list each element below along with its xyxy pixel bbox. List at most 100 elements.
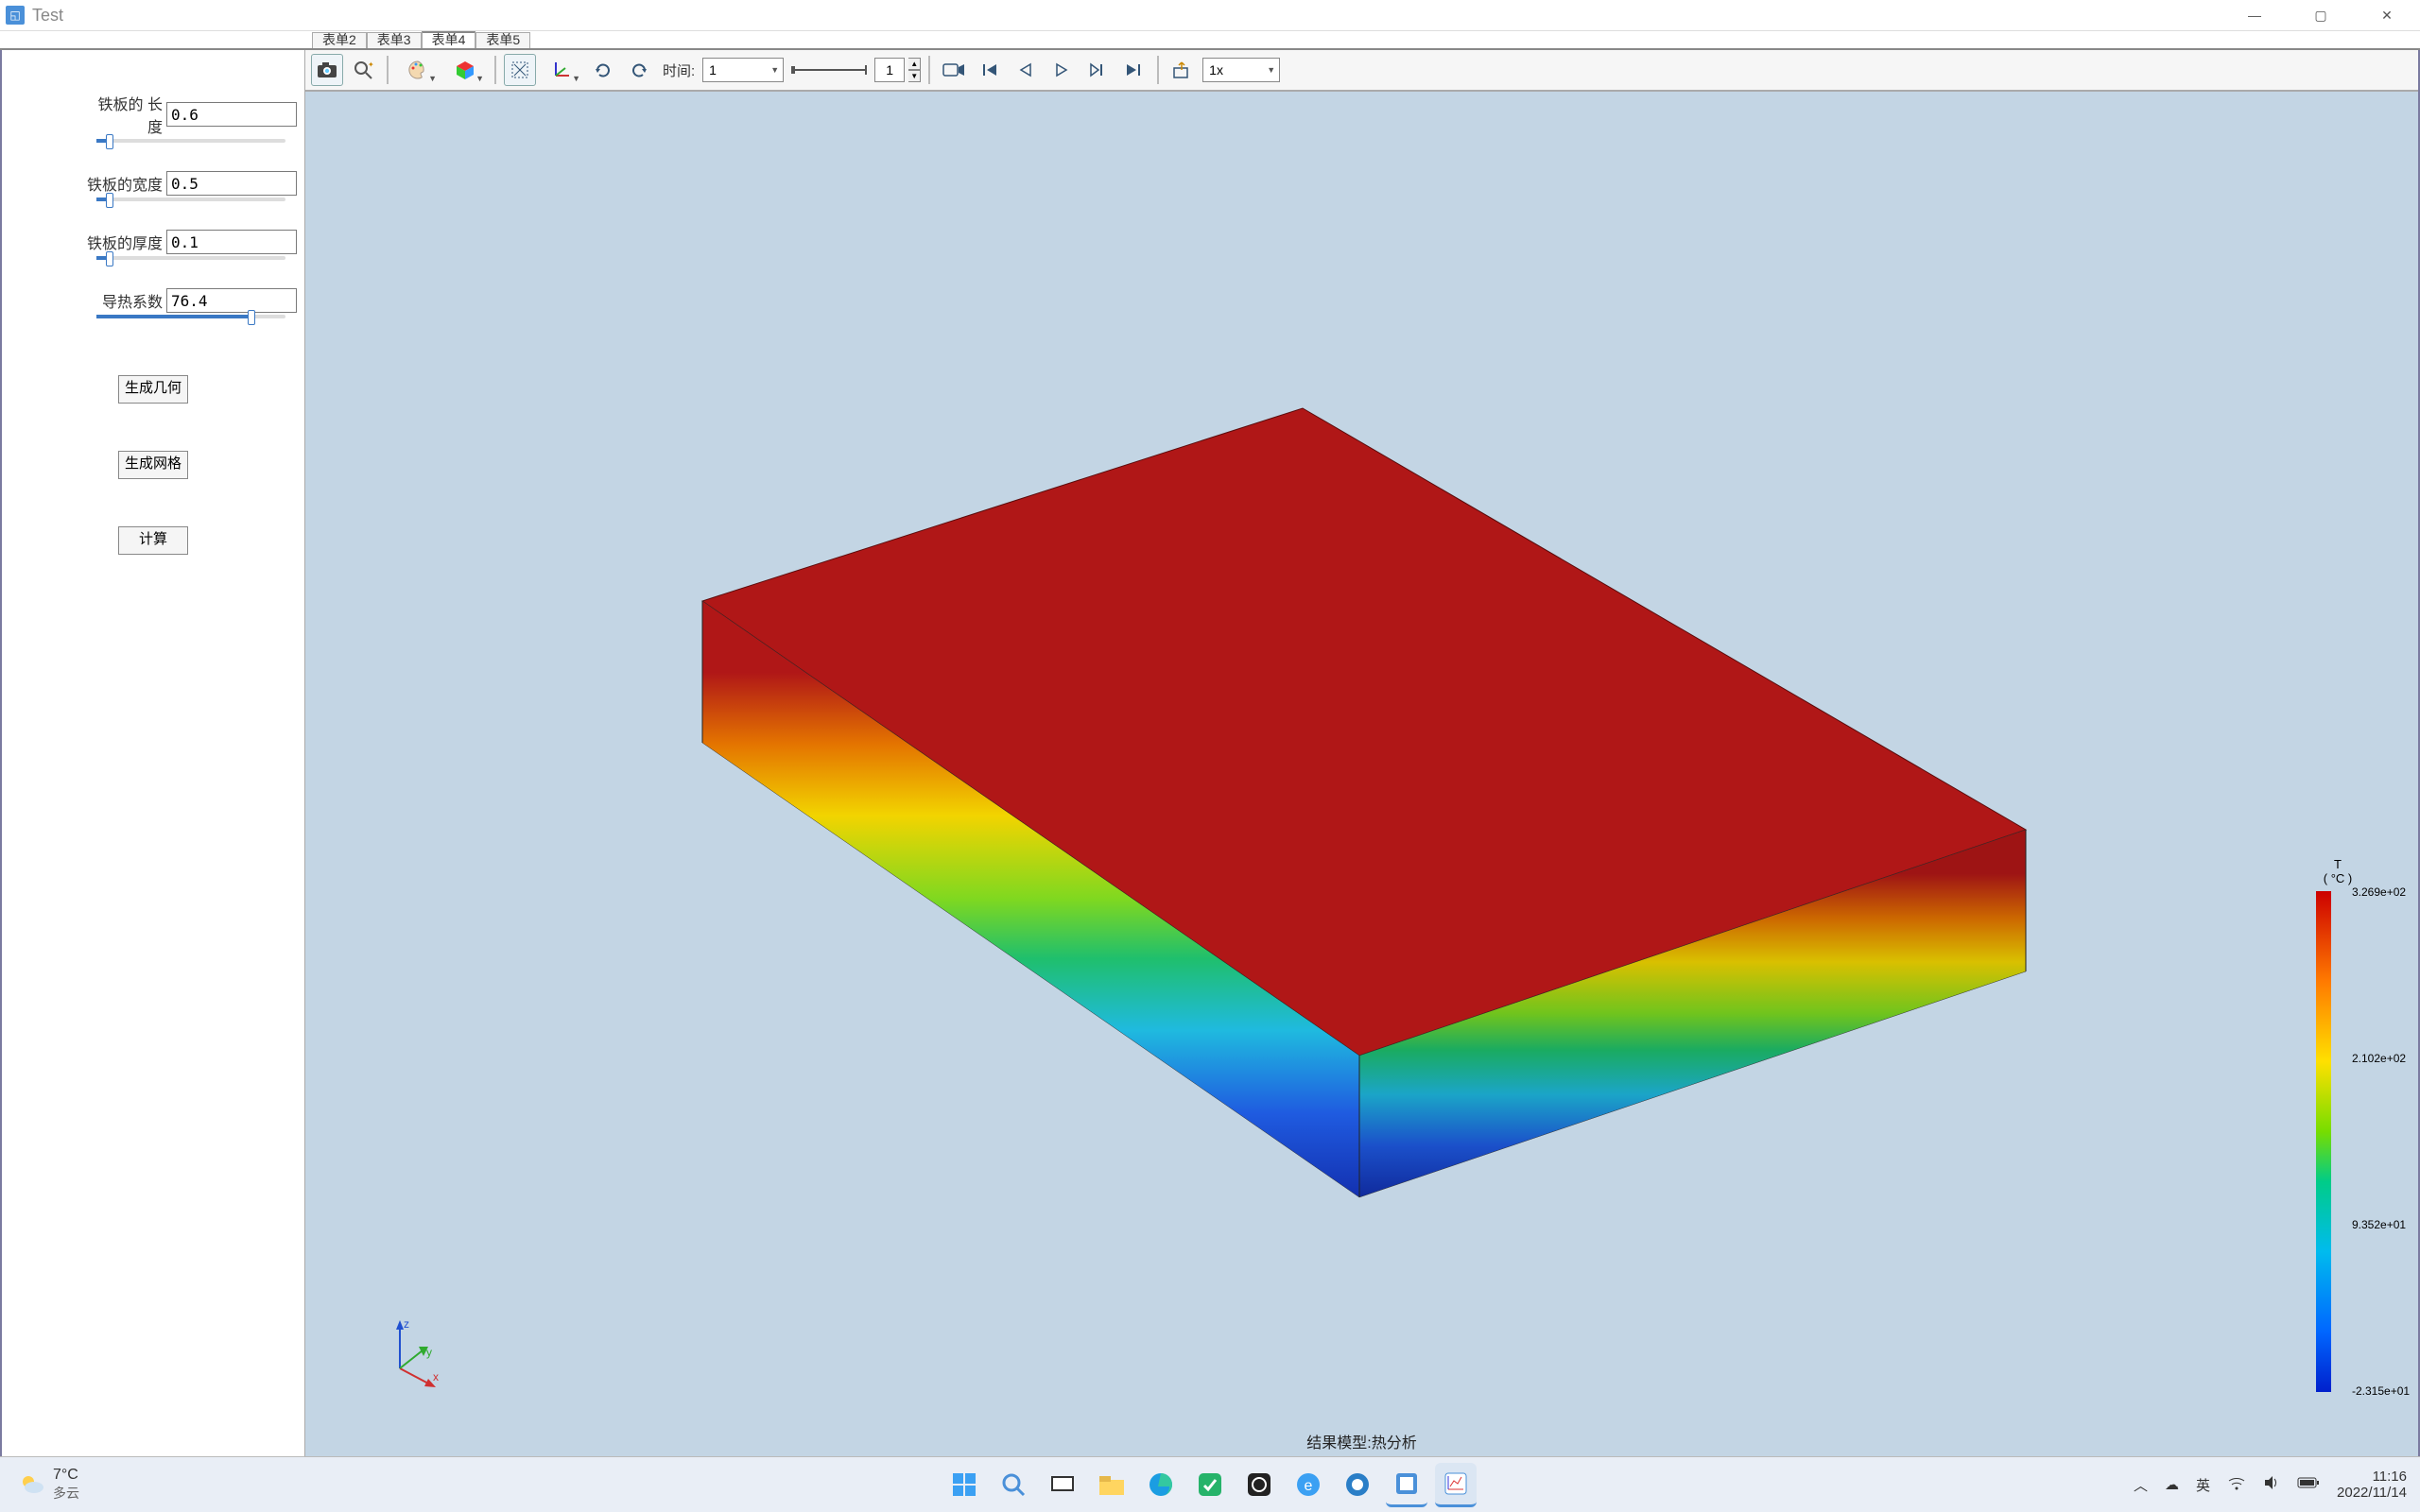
app5-icon[interactable] <box>1189 1464 1231 1505</box>
system-tray: ︿ ☁ 英 11:16 2022/11/14 <box>2134 1469 2407 1501</box>
cube-color-icon[interactable]: ▼ <box>443 54 487 86</box>
legend-title: T <box>2295 857 2380 871</box>
speed-value: 1x <box>1209 62 1223 77</box>
param-slider-0[interactable] <box>96 139 285 143</box>
param-input-2[interactable] <box>166 230 297 254</box>
viewport-wrap: ✦ ▼ ▼ ▼ 时间: <box>305 50 2418 1458</box>
param-input-3[interactable] <box>166 288 297 313</box>
param-row-2: 铁板的厚度 <box>87 230 304 254</box>
explorer-icon[interactable] <box>1091 1464 1132 1505</box>
param-label: 铁板的 长度 <box>87 92 166 137</box>
wifi-icon[interactable] <box>2227 1475 2246 1494</box>
play-icon[interactable] <box>1046 54 1078 86</box>
edge-icon[interactable] <box>1140 1464 1182 1505</box>
taskbar: 7°C 多云 e <box>0 1456 2420 1512</box>
time-value: 1 <box>709 62 717 77</box>
svg-text:✦: ✦ <box>368 60 373 69</box>
param-label: 导热系数 <box>87 289 166 312</box>
ime-indicator[interactable]: 英 <box>2196 1475 2210 1495</box>
tab-表单3[interactable]: 表单3 <box>367 32 422 48</box>
export-icon[interactable] <box>1167 54 1199 86</box>
svg-text:x: x <box>433 1370 439 1383</box>
param-row-1: 铁板的宽度 <box>87 171 304 196</box>
param-label: 铁板的厚度 <box>87 231 166 253</box>
legend-tick: 2.102e+02 <box>2352 1052 2406 1065</box>
battery-icon[interactable] <box>2297 1476 2320 1493</box>
time-combo[interactable]: 1▼ <box>702 58 784 82</box>
taskview-icon[interactable] <box>1042 1464 1083 1505</box>
viewport-toolbar: ✦ ▼ ▼ ▼ 时间: <box>305 50 2418 91</box>
taskbar-apps: e <box>943 1463 1477 1507</box>
clock[interactable]: 11:16 2022/11/14 <box>2337 1469 2407 1501</box>
close-button[interactable]: ✕ <box>2354 0 2420 30</box>
speed-combo[interactable]: 1x▼ <box>1202 58 1280 82</box>
zoom-icon[interactable]: ✦ <box>347 54 379 86</box>
search-icon[interactable] <box>993 1464 1034 1505</box>
step-forward-icon[interactable] <box>1081 54 1114 86</box>
legend-tick: 3.269e+02 <box>2352 885 2406 899</box>
window-controls: — ▢ ✕ <box>2221 0 2420 30</box>
legend-bar: 3.269e+022.102e+029.352e+01-2.315e+01 <box>2316 891 2331 1392</box>
palette-icon[interactable]: ▼ <box>396 54 440 86</box>
skip-first-icon[interactable] <box>974 54 1006 86</box>
param-slider-2[interactable] <box>96 256 285 260</box>
result-solid <box>693 304 2111 1255</box>
step-back-icon[interactable] <box>1010 54 1042 86</box>
svg-text:e: e <box>1305 1478 1313 1494</box>
tray-chevron-icon[interactable]: ︿ <box>2134 1475 2148 1495</box>
param-slider-3[interactable] <box>96 315 285 318</box>
app-icon: ◱ <box>6 6 25 25</box>
main-area: 铁板的 长度铁板的宽度铁板的厚度导热系数生成几何生成网格计算 ✦ ▼ ▼ <box>0 50 2420 1460</box>
weather-icon <box>17 1470 45 1499</box>
side-button-1[interactable]: 生成网格 <box>118 451 188 479</box>
tab-表单4[interactable]: 表单4 <box>422 31 476 48</box>
record-icon[interactable] <box>938 54 970 86</box>
frame-spin-buttons[interactable]: ▲▼ <box>908 58 921 82</box>
weather-desc: 多云 <box>53 1484 79 1503</box>
skip-last-icon[interactable] <box>1117 54 1150 86</box>
param-row-0: 铁板的 长度 <box>87 92 304 137</box>
maximize-button[interactable]: ▢ <box>2288 0 2354 30</box>
title-bar: ◱ Test — ▢ ✕ <box>0 0 2420 31</box>
expand-icon[interactable] <box>504 54 536 86</box>
legend-tick: -2.315e+01 <box>2352 1384 2410 1398</box>
tab-表单5[interactable]: 表单5 <box>475 32 530 48</box>
tab-表单2[interactable]: 表单2 <box>312 32 367 48</box>
app10-icon[interactable] <box>1435 1463 1477 1507</box>
rotate-ccw-icon[interactable] <box>587 54 619 86</box>
parameter-panel: 铁板的 长度铁板的宽度铁板的厚度导热系数生成几何生成网格计算 <box>2 50 305 1458</box>
window-title: Test <box>32 6 63 26</box>
weather-temp: 7°C <box>53 1467 79 1484</box>
svg-text:z: z <box>404 1317 409 1331</box>
coordinate-axes: z x y <box>381 1316 438 1373</box>
axes-icon[interactable]: ▼ <box>540 54 583 86</box>
param-label: 铁板的宽度 <box>87 172 166 195</box>
app7-icon[interactable]: e <box>1288 1464 1329 1505</box>
legend-tick: 9.352e+01 <box>2352 1218 2406 1231</box>
param-slider-1[interactable] <box>96 198 285 201</box>
side-button-2[interactable]: 计算 <box>118 526 188 555</box>
form-tabs: 表单2表单3表单4表单5 <box>0 31 2420 50</box>
time-slider[interactable] <box>791 69 867 71</box>
svg-text:y: y <box>426 1346 432 1359</box>
result-caption: 结果模型:热分析 <box>1306 1430 1416 1452</box>
side-button-0[interactable]: 生成几何 <box>118 375 188 404</box>
param-input-0[interactable] <box>166 102 297 127</box>
screenshot-icon[interactable] <box>311 54 343 86</box>
weather-widget[interactable]: 7°C 多云 <box>17 1467 79 1503</box>
param-row-3: 导热系数 <box>87 288 304 313</box>
app9-icon[interactable] <box>1386 1463 1427 1507</box>
tray-cloud-icon[interactable]: ☁ <box>2165 1476 2179 1493</box>
viewport-canvas[interactable]: z x y T ( °C ) 3.269e+022.102e+029.352e+… <box>305 91 2418 1458</box>
start-button[interactable] <box>943 1464 985 1505</box>
app6-icon[interactable] <box>1238 1464 1280 1505</box>
legend-unit: ( °C ) <box>2295 871 2380 885</box>
color-legend: T ( °C ) 3.269e+022.102e+029.352e+01-2.3… <box>2295 857 2380 1392</box>
volume-icon[interactable] <box>2263 1475 2280 1494</box>
param-input-1[interactable] <box>166 171 297 196</box>
minimize-button[interactable]: — <box>2221 0 2288 30</box>
rotate-cw-icon[interactable] <box>623 54 655 86</box>
time-label: 时间: <box>659 60 699 80</box>
frame-spin[interactable]: 1 <box>874 58 905 82</box>
app8-icon[interactable] <box>1337 1464 1378 1505</box>
